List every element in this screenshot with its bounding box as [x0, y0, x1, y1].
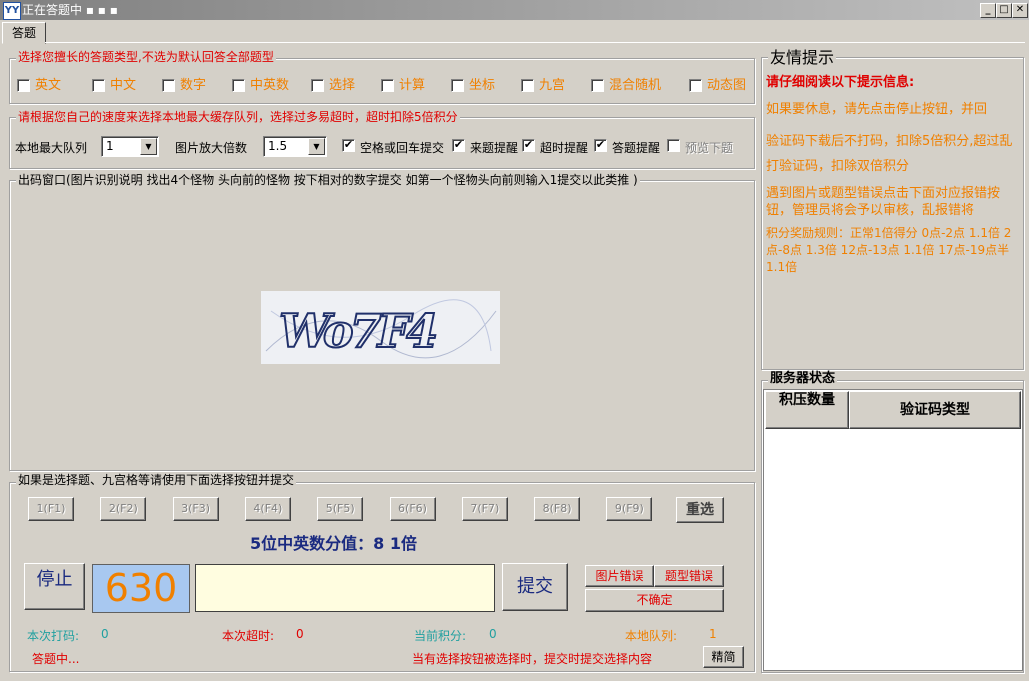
- stop-button[interactable]: 停止: [24, 563, 85, 610]
- option-label[interactable]: 超时提醒: [540, 139, 588, 156]
- question-type-label[interactable]: 九宫: [539, 78, 565, 93]
- captcha-legend: 出码窗口(图片识别说明 找出4个怪物 头向前的怪物 按下相对的数字提交 如第一个…: [16, 173, 640, 187]
- max-queue-select[interactable]: 1 ▼: [101, 136, 159, 157]
- zoom-value: 1.5: [268, 139, 288, 153]
- tab-answer[interactable]: 答题: [2, 22, 46, 44]
- option-label[interactable]: 预览下题: [685, 139, 733, 156]
- simple-mode-button[interactable]: 精简: [703, 646, 744, 668]
- reset-button[interactable]: 重选: [676, 497, 724, 523]
- option-checkbox[interactable]: ✔: [522, 139, 535, 152]
- choice-button-4[interactable]: 4(F4): [244, 497, 291, 521]
- question-type-label[interactable]: 数字: [180, 78, 206, 93]
- question-type-checkbox[interactable]: [232, 79, 245, 92]
- status-text: 答题中...: [32, 652, 80, 666]
- choice-button-7[interactable]: 7(F7): [461, 497, 508, 521]
- choice-legend: 如果是选择题、九宫格等请使用下面选择按钮并提交: [16, 473, 297, 487]
- question-type-label[interactable]: 动态图: [707, 78, 746, 93]
- points-label: 当前积分:: [414, 629, 467, 643]
- max-queue-label: 本地最大队列: [15, 141, 88, 155]
- choice-button-1[interactable]: 1(F1): [28, 497, 74, 521]
- option-checkbox[interactable]: ✔: [452, 139, 465, 152]
- tab-divider: [45, 42, 1025, 43]
- window-title: 正在答题中 ▪ ▪ ▪: [22, 3, 118, 17]
- question-type-label[interactable]: 计算: [399, 78, 425, 93]
- type-error-button[interactable]: 题型错误: [654, 565, 724, 587]
- unsure-button[interactable]: 不确定: [585, 589, 724, 612]
- choice-buttons-row: 1(F1) 2(F2) 3(F3) 4(F4) 5(F5) 6(F6) 7(F7) 8(F8)…: [28, 497, 728, 523]
- option-checkbox[interactable]: ✔: [342, 139, 355, 152]
- choice-button-6[interactable]: 6(F6): [389, 497, 436, 521]
- tips-title: 友情提示: [768, 48, 837, 67]
- hint-text: 当有选择按钮被选择时，提交时提交选择内容: [412, 652, 653, 666]
- title-bar: YY 正在答题中 ▪ ▪ ▪ _ □ ✕: [0, 0, 1029, 20]
- tips-paragraph-4: 积分奖励规则：正常1倍得分 0点-2点 1.1倍 2点-8点 1.3倍 12点-…: [766, 226, 1012, 274]
- column-backlog[interactable]: 积压数量: [765, 391, 849, 429]
- zoom-select[interactable]: 1.5 ▼: [263, 136, 327, 157]
- question-type-checkbox[interactable]: [521, 79, 534, 92]
- answer-input[interactable]: [195, 564, 495, 612]
- question-type-checkbox[interactable]: [689, 79, 702, 92]
- points-value: 0: [489, 627, 497, 641]
- minimize-button[interactable]: _: [980, 3, 996, 18]
- question-type-label[interactable]: 选择: [329, 78, 355, 93]
- question-type-checkbox[interactable]: [381, 79, 394, 92]
- timeout-value: 0: [296, 627, 304, 641]
- captcha-image: Wo7F4: [261, 291, 500, 364]
- question-type-checkbox[interactable]: [17, 79, 30, 92]
- chevron-down-icon[interactable]: ▼: [140, 138, 157, 155]
- question-type-checkbox[interactable]: [591, 79, 604, 92]
- captcha-image-art: Wo7F4: [261, 291, 500, 364]
- choice-button-3[interactable]: 3(F3): [172, 497, 219, 521]
- this-code-label: 本次打码:: [27, 629, 80, 643]
- question-type-label[interactable]: 坐标: [469, 78, 495, 93]
- option-label[interactable]: 空格或回车提交: [360, 139, 444, 156]
- score-info: 5位中英数分值：8 1倍: [250, 534, 417, 553]
- app-icon: YY: [3, 2, 21, 20]
- question-type-checkbox[interactable]: [92, 79, 105, 92]
- question-type-label[interactable]: 英文: [35, 78, 61, 93]
- queue-value: 1: [709, 627, 717, 641]
- choice-button-5[interactable]: 5(F5): [317, 497, 364, 521]
- image-error-button[interactable]: 图片错误: [585, 565, 654, 587]
- timer-display: 630: [92, 564, 190, 613]
- this-code-value: 0: [101, 627, 109, 641]
- speed-checks-row: ✔ 空格或回车提交 ✔ 来题提醒 ✔ 超时提醒 ✔ 答题提醒 预览下题: [342, 139, 752, 155]
- option-checkbox[interactable]: ✔: [594, 139, 607, 152]
- question-type-label[interactable]: 混合随机: [609, 78, 661, 93]
- tips-paragraph-1: 如果要休息，请先点击停止按钮，并回: [766, 102, 988, 117]
- question-type-checkbox[interactable]: [162, 79, 175, 92]
- speed-legend: 请根据您自己的速度来选择本地最大缓存队列，选择过多易超时，超时扣除5倍积分: [16, 110, 460, 124]
- question-type-checkbox[interactable]: [311, 79, 324, 92]
- maximize-button[interactable]: □: [996, 3, 1012, 18]
- column-captcha-type[interactable]: 验证码类型: [849, 391, 1021, 429]
- max-queue-value: 1: [106, 139, 114, 153]
- question-type-checkbox[interactable]: [451, 79, 464, 92]
- zoom-label: 图片放大倍数: [175, 141, 248, 155]
- question-type-label[interactable]: 中英数: [250, 78, 289, 93]
- option-label[interactable]: 答题提醒: [612, 139, 660, 156]
- question-type-row: 英文 中文 数字 中英数 选择 计算 坐标 九宫 混合随机 动态图: [17, 78, 757, 94]
- captcha-text: Wo7F4: [279, 304, 436, 358]
- close-button[interactable]: ✕: [1012, 3, 1028, 18]
- server-title: 服务器状态: [768, 371, 838, 386]
- chevron-down-icon[interactable]: ▼: [308, 138, 325, 155]
- timeout-label: 本次超时:: [222, 629, 275, 643]
- tips-heading: 请仔细阅读以下提示信息:: [766, 75, 915, 90]
- queue-label: 本地队列:: [625, 629, 678, 643]
- server-table: [763, 389, 1023, 671]
- option-checkbox[interactable]: [667, 139, 680, 152]
- option-label[interactable]: 来题提醒: [470, 139, 518, 156]
- tips-paragraph-3: 遇到图片或题型错误点击下面对应报错按钮，管理员将会予以审核，乱报错将: [766, 186, 1001, 218]
- choice-button-8[interactable]: 8(F8): [534, 497, 581, 521]
- choice-button-9[interactable]: 9(F9): [606, 497, 653, 521]
- question-type-label[interactable]: 中文: [110, 78, 136, 93]
- choice-button-2[interactable]: 2(F2): [100, 497, 147, 521]
- submit-button[interactable]: 提交: [502, 563, 568, 611]
- question-type-legend: 选择您擅长的答题类型,不选为默认回答全部题型: [16, 50, 276, 64]
- tips-paragraph-2: 验证码下载后不打码，扣除5倍积分,超过乱打验证码，扣除双倍积分: [766, 134, 1013, 174]
